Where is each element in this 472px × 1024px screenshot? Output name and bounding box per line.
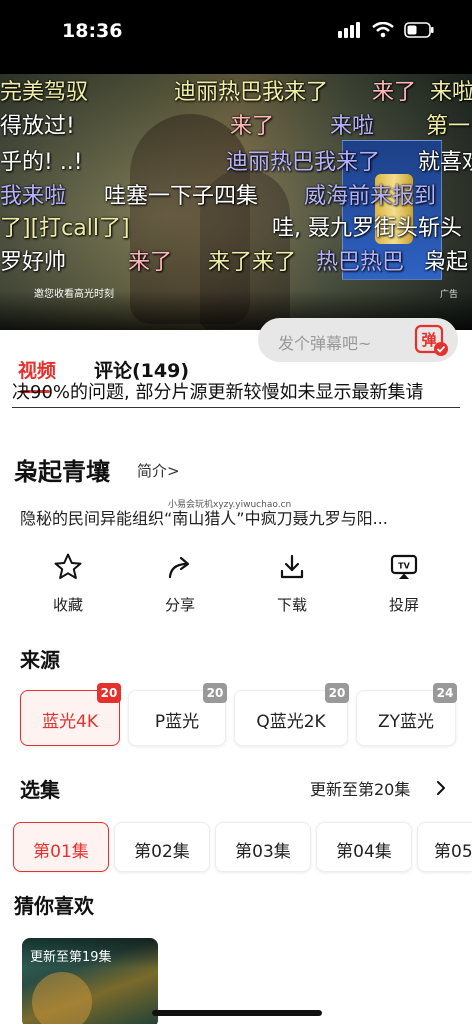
tv-cast-icon: TV	[390, 554, 418, 579]
danmaku: 罗好帅	[0, 250, 67, 275]
danmaku: 乎的! ..!	[0, 150, 83, 175]
source-option[interactable]: 蓝光4K 20	[20, 683, 121, 746]
episode-count-badge: 20	[203, 683, 227, 703]
recommend-title: 猜你喜欢	[14, 894, 94, 918]
source-label: ZY蓝光	[377, 712, 435, 732]
episode-button[interactable]: 第02集	[114, 822, 210, 872]
danmaku: 来了来了	[208, 250, 297, 275]
episode-count-badge: 20	[97, 683, 121, 703]
danmaku: 热巴热巴	[316, 250, 405, 275]
wifi-icon	[372, 22, 394, 38]
show-title: 枭起青壤	[14, 458, 110, 486]
notice-marquee: 决90%的问题, 部分片源更新较慢如未显示最新集请	[12, 378, 460, 408]
download-label: 下载	[276, 596, 307, 614]
episode-button[interactable]: 第05集	[417, 822, 472, 872]
favorite-button[interactable]: 收藏	[28, 552, 108, 615]
danmaku: 威海前来报到	[304, 184, 437, 209]
episode-button[interactable]: 第04集	[316, 822, 412, 872]
danmaku: 得放过!	[0, 114, 75, 139]
episode-label: 第01集	[33, 842, 89, 862]
status-time: 18:36	[62, 20, 123, 42]
episode-label: 第05集	[434, 842, 472, 862]
danmaku: 哇塞一下子四集	[104, 184, 259, 209]
video-ad-tag: 广告	[439, 290, 458, 300]
intro-link[interactable]: 简介>	[137, 460, 180, 481]
signal-icon	[338, 22, 360, 38]
share-icon	[168, 556, 190, 579]
star-icon	[54, 553, 82, 579]
danmaku: 来啦	[330, 114, 375, 139]
danmaku: 枭起	[424, 250, 469, 275]
danmaku: 来啦	[430, 80, 472, 105]
home-indicator[interactable]	[152, 1010, 322, 1016]
danmaku: 我来啦	[0, 184, 67, 209]
danmu-input-placeholder: 发个弹幕吧~	[278, 334, 372, 353]
episode-label: 第03集	[235, 842, 291, 862]
video-player[interactable]: 完美驾驭 迪丽热巴我来了 来了 来啦 得放过! 来了 来啦 第一 乎的! ..!…	[0, 74, 472, 330]
danmu-send-icon[interactable]: 弹	[413, 322, 449, 358]
source-option[interactable]: Q蓝光2K 20	[234, 683, 349, 746]
notice-text: 决90%的问题, 部分片源更新较慢如未显示最新集请	[12, 382, 424, 403]
share-button[interactable]: 分享	[140, 552, 220, 615]
source-label: Q蓝光2K	[256, 712, 326, 732]
danmaku: 了][打call了]	[0, 216, 130, 241]
battery-icon	[404, 22, 434, 38]
share-label: 分享	[164, 596, 195, 614]
poster-art	[32, 972, 92, 1024]
episode-label: 第02集	[134, 842, 190, 862]
sources-title: 来源	[20, 648, 60, 672]
download-button[interactable]: 下载	[252, 552, 332, 615]
source-option[interactable]: ZY蓝光 24	[356, 683, 457, 746]
episode-button[interactable]: 第01集	[13, 822, 109, 872]
chevron-right-icon[interactable]	[436, 780, 446, 796]
danmaku: 哇, 聂九罗街头斩头	[272, 216, 462, 241]
poster-update-badge: 更新至第19集	[30, 950, 112, 965]
svg-text:TV: TV	[398, 562, 410, 571]
video-promo-text: 邀您收看高光时刻	[34, 289, 114, 300]
danmaku: 迪丽热巴我来了	[226, 150, 381, 175]
danmaku: 完美驾驭	[0, 80, 89, 105]
episode-count-badge: 24	[433, 683, 457, 703]
episode-count-badge: 20	[325, 683, 349, 703]
status-icons	[338, 22, 434, 38]
danmaku: 来了	[128, 250, 173, 275]
show-description: 隐秘的民间异能组织“南山猎人”中疯刀聂九罗与阳...	[20, 509, 388, 528]
cast-label: 投屏	[388, 596, 419, 614]
cast-button[interactable]: TV 投屏	[364, 552, 444, 615]
danmaku: 来了	[230, 114, 275, 139]
source-label: 蓝光4K	[42, 712, 98, 732]
danmaku: 来了	[372, 80, 417, 105]
download-icon	[280, 554, 304, 579]
danmaku: 迪丽热巴我来了	[174, 80, 329, 105]
source-label: P蓝光	[154, 712, 200, 732]
status-bar: 18:36	[0, 0, 472, 74]
favorite-label: 收藏	[52, 596, 83, 614]
recommend-poster[interactable]: 更新至第19集	[22, 938, 158, 1024]
episodes-title: 选集	[20, 778, 60, 802]
action-bar: 收藏 分享 下载 TV 投屏	[0, 548, 472, 628]
danmaku: 第一	[426, 114, 471, 139]
danmu-button-label: 弹	[421, 331, 436, 349]
episodes-update-link[interactable]: 更新至第20集	[310, 776, 410, 800]
danmaku: 就喜欢	[418, 150, 472, 175]
episode-label: 第04集	[336, 842, 392, 862]
source-option[interactable]: P蓝光 20	[128, 683, 227, 746]
episode-button[interactable]: 第03集	[215, 822, 311, 872]
